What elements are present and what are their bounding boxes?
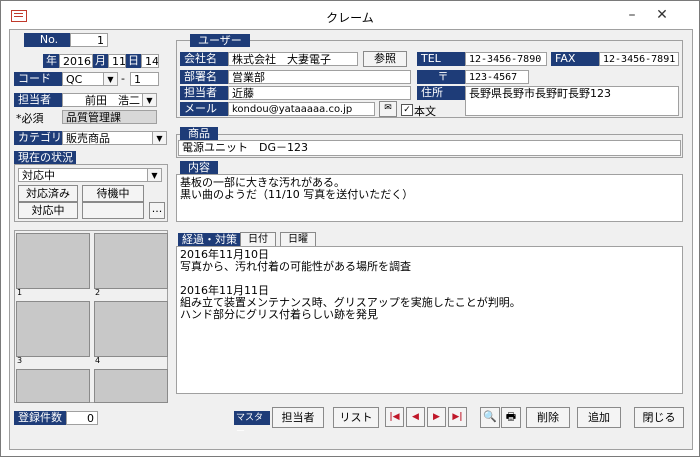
- progress-field[interactable]: 2016年11月10日 写真から、汚れ付着の可能性がある場所を調査 2016年1…: [176, 246, 683, 394]
- code-value: QC: [66, 73, 83, 86]
- mail-field[interactable]: kondou@yataaaaa.co.jp: [228, 102, 375, 116]
- status-done-button[interactable]: 対応済み: [18, 185, 78, 202]
- tel-label: TEL: [417, 52, 465, 66]
- no-label: No.: [24, 33, 70, 47]
- company-label: 会社名: [180, 52, 228, 66]
- category-label: カテゴリ: [14, 131, 62, 145]
- photo-thumbnail-1[interactable]: [16, 233, 90, 289]
- body-label: 本文: [414, 105, 436, 118]
- minimize-button[interactable]: –: [619, 4, 645, 26]
- print-button[interactable]: 🖶: [501, 407, 521, 428]
- product-section-title: 商品: [180, 127, 218, 140]
- content-section-title: 内容: [180, 161, 218, 174]
- tab-weekday[interactable]: 日曜: [280, 232, 316, 247]
- progress-section-title: 経過・対策: [178, 233, 241, 246]
- person-label: 担当者: [180, 86, 228, 100]
- mail-send-button[interactable]: ✉: [379, 101, 397, 117]
- magnifier-document-icon: 🔍: [483, 410, 497, 423]
- photo-thumbnail-2[interactable]: [94, 233, 168, 289]
- chevron-down-icon[interactable]: ▼: [147, 169, 161, 181]
- status-value: 対応中: [22, 169, 55, 182]
- prev-record-button[interactable]: ◀: [406, 407, 425, 427]
- add-button[interactable]: 追加: [577, 407, 621, 428]
- code-separator: -: [121, 72, 125, 85]
- close-form-button[interactable]: 閉じる: [634, 407, 684, 428]
- code-number-field[interactable]: 1: [130, 72, 159, 86]
- status-more-button[interactable]: ...: [149, 202, 165, 219]
- chevron-down-icon[interactable]: ▼: [142, 94, 156, 106]
- window-title: クレーム: [326, 11, 374, 25]
- status-combo[interactable]: 対応中 ▼: [18, 168, 162, 182]
- day-label: 日: [126, 54, 141, 68]
- printer-icon: 🖶: [505, 410, 517, 423]
- status-label: 現在の状況: [14, 151, 76, 165]
- chevron-down-icon[interactable]: ▼: [103, 73, 117, 85]
- photo-number-3: 3: [17, 356, 23, 365]
- code-label: コード: [14, 72, 62, 86]
- content-field[interactable]: 基板の一部に大きな汚れがある。 黒い曲のようだ（11/10 写真を送付いただく）: [176, 174, 683, 222]
- user-section-title: ユーザー: [190, 34, 250, 47]
- status-active-button[interactable]: 対応中: [18, 202, 78, 219]
- zip-label: 〒: [417, 70, 465, 84]
- owner-label: 担当者: [14, 93, 62, 107]
- master-label: マスター: [234, 411, 270, 437]
- month-field[interactable]: 11: [108, 54, 126, 68]
- no-field[interactable]: 1: [70, 33, 108, 47]
- body-checkbox[interactable]: ✓: [401, 104, 413, 116]
- owner-combo[interactable]: 前田 浩二 ▼: [62, 93, 157, 107]
- required-label: *必須: [16, 112, 44, 125]
- delete-button[interactable]: 削除: [526, 407, 570, 428]
- category-combo[interactable]: 販売商品 ▼: [62, 131, 167, 145]
- month-label: 月: [93, 54, 108, 68]
- status-blank-button[interactable]: [82, 202, 144, 219]
- category-value: 販売商品: [66, 132, 110, 145]
- photo-number-4: 4: [95, 356, 101, 365]
- photo-thumbnail-3[interactable]: [16, 301, 90, 357]
- fax-field[interactable]: 12-3456-7891: [599, 52, 679, 66]
- owner-master-button[interactable]: 担当者: [272, 407, 324, 428]
- year-label: 年: [43, 54, 59, 68]
- status-wait-button[interactable]: 待機中: [82, 185, 144, 202]
- owner-value: 前田 浩二: [85, 94, 140, 107]
- app-window: クレーム – ✕ No. 1 年 2016 月 11 日 14 コード QC ▼…: [0, 0, 700, 457]
- envelope-icon: ✉: [384, 103, 392, 113]
- list-button[interactable]: リスト: [333, 407, 379, 428]
- zip-field[interactable]: 123-4567: [465, 70, 529, 84]
- tel-field[interactable]: 12-3456-7890: [465, 52, 547, 66]
- next-record-button[interactable]: ▶: [427, 407, 446, 427]
- tab-date[interactable]: 日付: [240, 232, 276, 247]
- person-field[interactable]: 近藤: [228, 86, 411, 100]
- dept-label: 部署名: [180, 70, 228, 84]
- company-field[interactable]: 株式会社 大妻電子: [228, 52, 358, 66]
- print-preview-button[interactable]: 🔍: [480, 407, 500, 428]
- mail-label: メール: [180, 102, 228, 116]
- last-record-button[interactable]: ▶|: [448, 407, 467, 427]
- photo-thumbnail-6[interactable]: [94, 369, 168, 403]
- fax-label: FAX: [551, 52, 599, 66]
- dept-field[interactable]: 営業部: [228, 70, 411, 84]
- photo-number-2: 2: [95, 288, 101, 297]
- photo-number-1: 1: [17, 288, 23, 297]
- owner-dept-field: 品質管理課: [62, 110, 157, 124]
- title-bar: クレーム – ✕: [1, 1, 699, 29]
- chevron-down-icon[interactable]: ▼: [152, 132, 166, 144]
- address-field[interactable]: 長野県長野市長野町長野123: [465, 86, 679, 116]
- form-client-area: No. 1 年 2016 月 11 日 14 コード QC ▼ - 1 担当者 …: [9, 29, 693, 450]
- photo-thumbnail-4[interactable]: [94, 301, 168, 357]
- year-field[interactable]: 2016: [59, 54, 93, 68]
- address-label: 住所: [417, 86, 465, 100]
- photo-thumbnail-5[interactable]: [16, 369, 90, 403]
- code-combo[interactable]: QC ▼: [62, 72, 118, 86]
- first-record-button[interactable]: |◀: [385, 407, 404, 427]
- close-window-button[interactable]: ✕: [649, 4, 675, 26]
- count-label: 登録件数: [14, 411, 66, 425]
- product-field[interactable]: 電源ユニット DG－123: [178, 140, 681, 156]
- day-field[interactable]: 14: [141, 54, 159, 68]
- count-field: 0: [66, 411, 98, 425]
- reference-button[interactable]: 参照: [363, 51, 407, 67]
